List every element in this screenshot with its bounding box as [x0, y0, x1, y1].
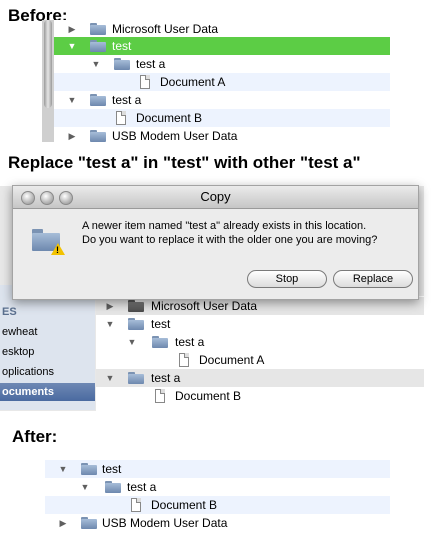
folder-icon	[105, 481, 121, 493]
dialog-titlebar[interactable]: Copy	[13, 186, 418, 209]
dialog-title: Copy	[200, 189, 231, 204]
list-row-test-a[interactable]: ▼ test a	[54, 91, 390, 109]
folder-icon	[81, 463, 97, 475]
disclosure-triangle-open-icon[interactable]: ▼	[66, 37, 78, 55]
replace-button[interactable]: Replace	[333, 270, 413, 288]
sidebar-item-documents[interactable]: ocuments	[0, 383, 95, 401]
finder-sidebar: ES ewheat esktop oplications ocuments	[0, 285, 95, 410]
heading-replace: Replace "test a" in "test" with other "t…	[8, 153, 361, 172]
after-finder-list: ▼ test ▼ test a Document B ▶ USB Modem U…	[45, 459, 390, 531]
list-row-test-a[interactable]: ▼ test a	[96, 333, 424, 351]
sidebar-item-label: ocuments	[2, 386, 54, 398]
dialog-message-line-1: A newer item named "test a" already exis…	[82, 220, 367, 232]
row-label: test a	[127, 480, 157, 494]
scrollbar-thumb[interactable]	[44, 20, 52, 108]
row-label: Document A	[160, 75, 226, 89]
disclosure-triangle-open-icon[interactable]: ▼	[104, 315, 116, 333]
copy-dialog: Copy ! A newer item named "test a" alrea…	[12, 185, 419, 300]
row-label: test	[112, 39, 132, 53]
list-row-test-a[interactable]: ▼ test a	[45, 478, 390, 496]
disclosure-triangle-closed-icon[interactable]: ▶	[66, 127, 78, 142]
row-label: test a	[175, 335, 205, 349]
list-row-usb-modem-user-data[interactable]: ▶ USB Modem User Data	[54, 127, 390, 142]
folder-icon	[90, 40, 106, 52]
document-icon	[131, 498, 141, 512]
list-row-test[interactable]: ▼ test	[96, 315, 424, 333]
folder-warning-icon: !	[32, 229, 65, 259]
disclosure-triangle-open-icon[interactable]: ▼	[90, 55, 102, 73]
dialog-message-line-2: Do you want to replace it with the older…	[82, 234, 378, 246]
folder-icon	[128, 318, 144, 330]
list-row-microsoft-user-data[interactable]: ▶ Microsoft User Data	[54, 20, 390, 38]
document-icon	[155, 389, 165, 403]
row-label: test a	[136, 57, 166, 71]
folder-icon	[114, 58, 130, 70]
row-label: USB Modem User Data	[112, 129, 238, 142]
row-label: test	[102, 462, 122, 476]
sidebar-item-home[interactable]: ewheat	[2, 323, 95, 341]
list-row-test-selected[interactable]: ▼ test	[54, 37, 390, 55]
document-icon	[140, 75, 150, 89]
disclosure-triangle-open-icon[interactable]: ▼	[66, 91, 78, 109]
sidebar-section-header: ES	[2, 306, 17, 318]
row-label: USB Modem User Data	[102, 516, 228, 530]
disclosure-triangle-closed-icon[interactable]: ▶	[66, 20, 78, 38]
middle-finder-list: ▶ Microsoft User Data ▼ test ▼ test a Do…	[96, 296, 424, 411]
row-label: Document A	[199, 353, 265, 367]
sidebar-item-applications[interactable]: oplications	[2, 363, 95, 381]
list-row-document-a[interactable]: Document A	[96, 351, 424, 369]
list-row-document-b[interactable]: Document B	[96, 387, 424, 405]
vertical-scrollbar[interactable]	[42, 20, 54, 142]
list-row-test-a[interactable]: ▼ test a	[54, 55, 390, 73]
disclosure-triangle-open-icon[interactable]: ▼	[104, 369, 116, 387]
row-label: Microsoft User Data	[112, 22, 219, 36]
row-label: Document B	[136, 111, 203, 125]
folder-icon	[90, 94, 106, 106]
list-row-test-a[interactable]: ▼ test a	[96, 369, 424, 387]
row-label: Document B	[175, 389, 242, 403]
warning-icon: !	[51, 243, 65, 255]
sidebar-item-label: ewheat	[2, 326, 38, 338]
sidebar-item-label: oplications	[2, 366, 54, 378]
row-label: test	[151, 317, 171, 331]
sidebar-item-desktop[interactable]: esktop	[2, 343, 95, 361]
list-row-usb-modem-user-data[interactable]: ▶ USB Modem User Data	[45, 514, 390, 531]
sidebar-item-label: esktop	[2, 346, 35, 358]
list-row-document-b[interactable]: Document B	[54, 109, 390, 127]
document-icon	[116, 111, 126, 125]
row-label: test a	[151, 371, 181, 385]
disclosure-triangle-open-icon[interactable]: ▼	[57, 460, 69, 478]
document-icon	[179, 353, 189, 367]
heading-after: After:	[12, 427, 58, 446]
row-label: Document B	[151, 498, 218, 512]
folder-icon	[152, 336, 168, 348]
dialog-message: A newer item named "test a" already exis…	[82, 219, 377, 247]
folder-icon	[128, 372, 144, 384]
before-finder-list: ▶ Microsoft User Data ▼ test ▼ test a Do…	[42, 20, 390, 142]
folder-icon	[90, 23, 106, 35]
folder-icon	[90, 130, 106, 142]
row-label: test a	[112, 93, 142, 107]
folder-icon	[81, 517, 97, 529]
disclosure-triangle-open-icon[interactable]: ▼	[79, 478, 91, 496]
list-row-test[interactable]: ▼ test	[45, 460, 390, 478]
disclosure-triangle-closed-icon[interactable]: ▶	[57, 514, 69, 531]
list-row-document-b[interactable]: Document B	[45, 496, 390, 514]
stop-button[interactable]: Stop	[247, 270, 327, 288]
list-row-document-a[interactable]: Document A	[54, 73, 390, 91]
disclosure-triangle-open-icon[interactable]: ▼	[126, 333, 138, 351]
folder-icon	[128, 300, 144, 312]
